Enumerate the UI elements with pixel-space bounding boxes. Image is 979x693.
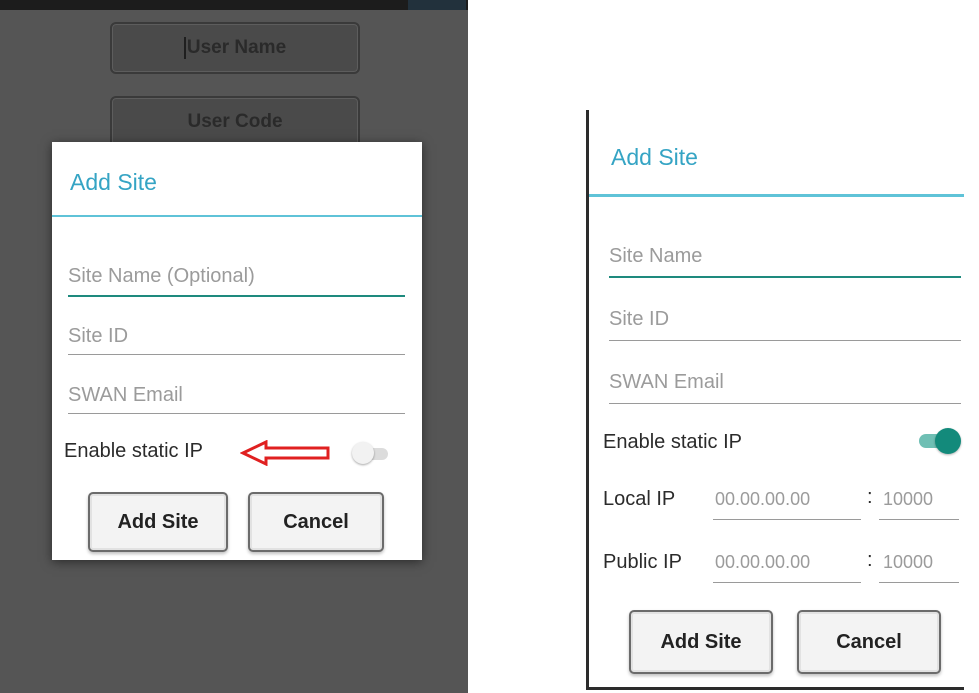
public-ip-colon: :	[867, 549, 873, 571]
swan-email-field[interactable]	[609, 366, 961, 404]
user-code-label: User Code	[187, 111, 283, 132]
text-cursor	[183, 37, 186, 59]
dialog-title: Add Site	[611, 144, 698, 170]
site-name-field[interactable]	[609, 240, 961, 278]
public-ip-field[interactable]: 00.00.00.00	[713, 548, 861, 583]
user-name-label: User Name	[186, 37, 287, 58]
local-ip-field[interactable]: 00.00.00.00	[713, 485, 861, 520]
add-site-button[interactable]: Add Site	[629, 610, 773, 674]
public-port-field[interactable]: 10000	[879, 548, 959, 583]
local-ip-colon: :	[867, 486, 873, 508]
swan-email-input[interactable]	[68, 379, 405, 411]
site-id-input[interactable]	[609, 303, 961, 336]
left-screenshot: User Name User Code Add Site Enable stat…	[0, 0, 468, 693]
user-code-field[interactable]: User Code	[110, 96, 360, 148]
status-bar-corner	[408, 0, 466, 10]
static-ip-label: Enable static IP	[64, 440, 203, 462]
toggle-thumb	[935, 428, 961, 454]
title-divider	[52, 215, 422, 217]
user-name-field[interactable]: User Name	[110, 22, 360, 74]
public-ip-label: Public IP	[603, 551, 682, 573]
add-site-dialog: Add Site Enable static IP Add Site Cance…	[52, 142, 422, 560]
local-port-field[interactable]: 10000	[879, 485, 959, 520]
site-name-input[interactable]	[609, 240, 961, 273]
site-id-field[interactable]	[68, 320, 405, 355]
swan-email-input[interactable]	[609, 366, 961, 399]
dialog-title: Add Site	[70, 169, 157, 195]
static-ip-toggle[interactable]	[919, 428, 963, 456]
site-name-field[interactable]	[68, 260, 405, 297]
cancel-button[interactable]: Cancel	[248, 492, 384, 552]
site-id-input[interactable]	[68, 320, 405, 352]
site-id-field[interactable]	[609, 303, 961, 341]
local-ip-value: 00.00.00.00	[715, 489, 811, 509]
title-divider	[589, 194, 964, 197]
static-ip-label: Enable static IP	[603, 431, 742, 453]
left-arrow-icon	[240, 440, 330, 466]
local-ip-label: Local IP	[603, 488, 676, 510]
local-port-value: 10000	[883, 489, 934, 509]
status-bar	[0, 0, 468, 10]
cancel-button[interactable]: Cancel	[797, 610, 941, 674]
swan-email-field[interactable]	[68, 379, 405, 414]
toggle-thumb	[352, 442, 374, 464]
public-ip-value: 00.00.00.00	[715, 552, 811, 572]
right-screenshot: Add Site Enable static IP Local IP 00.00…	[586, 110, 964, 690]
add-site-button[interactable]: Add Site	[88, 492, 228, 552]
site-name-input[interactable]	[68, 260, 405, 292]
public-port-value: 10000	[883, 552, 934, 572]
static-ip-toggle[interactable]	[352, 442, 392, 466]
